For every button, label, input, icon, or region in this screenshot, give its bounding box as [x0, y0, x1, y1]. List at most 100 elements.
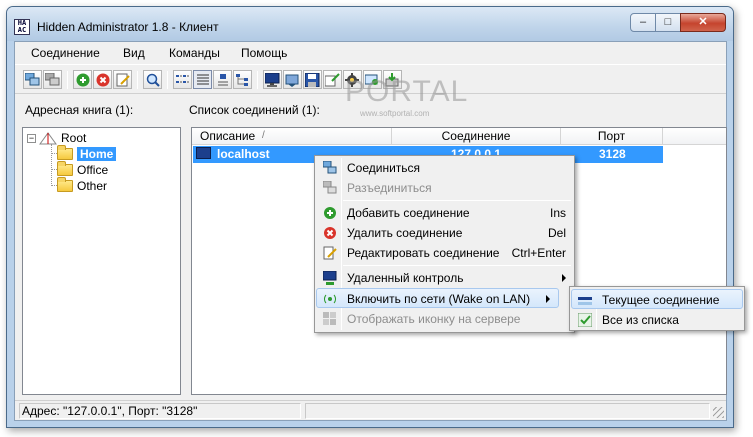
menu-item-label: Добавить соединение: [347, 206, 470, 220]
menu-item-label: Отображать иконку на сервере: [347, 312, 521, 326]
column-header-description[interactable]: Описание /: [192, 128, 392, 145]
menu-commands[interactable]: Команды: [169, 46, 220, 60]
submenu-arrow-icon: [546, 295, 550, 303]
menu-item-label: Соединиться: [347, 161, 421, 175]
network-root-icon: [39, 132, 57, 145]
edit-icon: [323, 246, 337, 260]
remote-control-icon: [323, 271, 337, 285]
submenu-item-current-connection[interactable]: Текущее соединение: [571, 289, 743, 309]
menu-item-shortcut: Ins: [549, 206, 566, 220]
menu-item-shortcut: Ctrl+Enter: [511, 246, 566, 260]
menu-item-wake-on-lan[interactable]: Включить по сети (Wake on LAN): [316, 288, 559, 308]
menu-item-label: Разъединиться: [347, 181, 432, 195]
status-pane: [305, 403, 710, 419]
toolbar-separator: [167, 71, 168, 89]
menu-item-label: Удалить соединение: [347, 226, 463, 240]
column-header-filler: [663, 128, 726, 145]
menu-help[interactable]: Помощь: [241, 46, 287, 60]
menu-item-label: Удаленный контроль: [347, 271, 464, 285]
tree-item-label: Home: [77, 147, 117, 161]
tree-item-label: Office: [77, 163, 109, 177]
menu-item-connect[interactable]: Соединиться: [317, 158, 574, 178]
menu-item-add-connection[interactable]: Добавить соединение Ins: [317, 203, 574, 223]
row-description: localhost: [217, 147, 270, 161]
delete-icon: [324, 227, 336, 239]
menu-item-show-server-icon: Отображать иконку на сервере: [317, 309, 574, 329]
column-header-connection[interactable]: Соединение: [392, 128, 561, 145]
screenshot-icon[interactable]: [283, 70, 302, 89]
column-label: Описание: [200, 129, 256, 143]
menu-item-disconnect: Разъединиться: [317, 178, 574, 198]
menu-item-shortcut: Del: [547, 226, 566, 240]
collapse-icon[interactable]: −: [27, 133, 36, 143]
connect-icon[interactable]: [23, 70, 42, 89]
row-port: 3128: [599, 147, 626, 161]
watermark-sub: www.softportal.com: [360, 109, 430, 118]
tree-item-office[interactable]: Office: [57, 161, 109, 178]
submenu-item-all-from-list[interactable]: Все из списка: [572, 310, 744, 330]
tree-item-root[interactable]: − Root: [27, 130, 86, 146]
disconnect-icon[interactable]: [43, 70, 62, 89]
toolbar: PORTAL www.softportal.com: [15, 64, 726, 118]
menu-item-label: Включить по сети (Wake on LAN): [347, 292, 531, 306]
edit-icon[interactable]: [113, 70, 132, 89]
status-text: Адрес: "127.0.0.1", Порт: "3128": [19, 403, 301, 419]
watermark: PORTAL: [345, 75, 469, 108]
minimize-button[interactable]: –: [630, 13, 656, 32]
folder-icon: [57, 161, 73, 176]
view-tree-icon[interactable]: [233, 70, 252, 89]
context-menu: Соединиться Разъединиться Добавить соеди…: [314, 155, 575, 333]
window-title: Hidden Administrator 1.8 - Клиент: [37, 20, 219, 34]
toolbar-separator: [137, 71, 138, 89]
toolbar-separator: [67, 71, 68, 89]
resize-grip-icon[interactable]: [713, 407, 724, 418]
app-icon[interactable]: HA AC: [14, 19, 30, 35]
close-button[interactable]: ✕: [680, 13, 726, 32]
submenu-arrow-icon: [562, 274, 566, 282]
folder-icon: [57, 145, 73, 160]
menu-view[interactable]: Вид: [123, 46, 145, 60]
menu-separator: [343, 200, 571, 201]
computer-icon: [196, 147, 211, 159]
wake-on-lan-icon: [324, 294, 336, 304]
menu-bar: Соединение Вид Команды Помощь: [15, 42, 726, 64]
checkmark-icon: [578, 313, 592, 327]
address-book-tree[interactable]: − Root Home Office Other: [22, 127, 181, 395]
view-large-icons-icon[interactable]: [213, 70, 232, 89]
menu-connection[interactable]: Соединение: [31, 46, 100, 60]
menu-item-remote-control[interactable]: Удаленный контроль: [317, 268, 574, 288]
processes-icon[interactable]: [323, 70, 342, 89]
menu-item-label: Редактировать соединение: [347, 246, 500, 260]
tree-item-label: Other: [77, 179, 108, 193]
file-manager-icon[interactable]: [303, 70, 322, 89]
connect-icon: [323, 161, 337, 174]
tree-root-label: Root: [61, 131, 87, 145]
show-server-icon: [323, 312, 336, 325]
submenu-wake-on-lan: Текущее соединение Все из списка: [569, 286, 745, 331]
maximize-button[interactable]: □: [655, 13, 681, 32]
current-connection-icon: [578, 297, 592, 305]
search-icon[interactable]: [143, 70, 162, 89]
folder-icon: [57, 177, 73, 192]
menu-item-edit-connection[interactable]: Редактировать соединение Ctrl+Enter: [317, 243, 574, 263]
tree-item-other[interactable]: Other: [57, 177, 108, 194]
menu-item-label: Текущее соединение: [602, 293, 720, 307]
status-bar: Адрес: "127.0.0.1", Порт: "3128": [15, 400, 726, 420]
connections-label: Список соединений (1):: [189, 103, 320, 117]
add-icon[interactable]: [73, 70, 92, 89]
disconnect-icon: [323, 181, 337, 194]
address-book-label: Адресная книга (1):: [25, 103, 134, 117]
menu-separator: [343, 265, 571, 266]
toolbar-separator: [257, 71, 258, 89]
column-header-port[interactable]: Порт: [561, 128, 663, 145]
add-icon: [324, 207, 336, 219]
sort-indicator: /: [262, 130, 265, 141]
menu-item-delete-connection[interactable]: Удалить соединение Del: [317, 223, 574, 243]
title-bar[interactable]: HA AC Hidden Administrator 1.8 - Клиент –…: [7, 7, 733, 41]
delete-icon[interactable]: [93, 70, 112, 89]
tree-item-home[interactable]: Home: [57, 145, 117, 162]
view-small-icons-icon[interactable]: [173, 70, 192, 89]
remote-control-icon[interactable]: [263, 70, 282, 89]
view-list-icon[interactable]: [193, 70, 212, 89]
menu-item-label: Все из списка: [602, 313, 679, 327]
